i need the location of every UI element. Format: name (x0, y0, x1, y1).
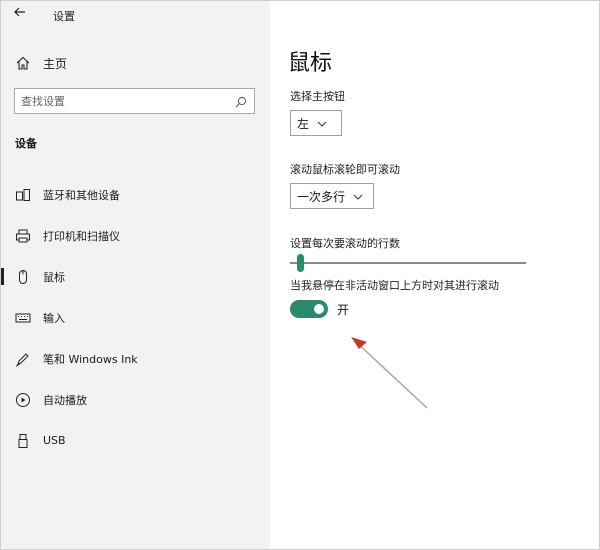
settings-window: 设置 主页 设备 蓝牙和其他设备 (0, 0, 600, 550)
annotation-arrow (351, 337, 428, 409)
